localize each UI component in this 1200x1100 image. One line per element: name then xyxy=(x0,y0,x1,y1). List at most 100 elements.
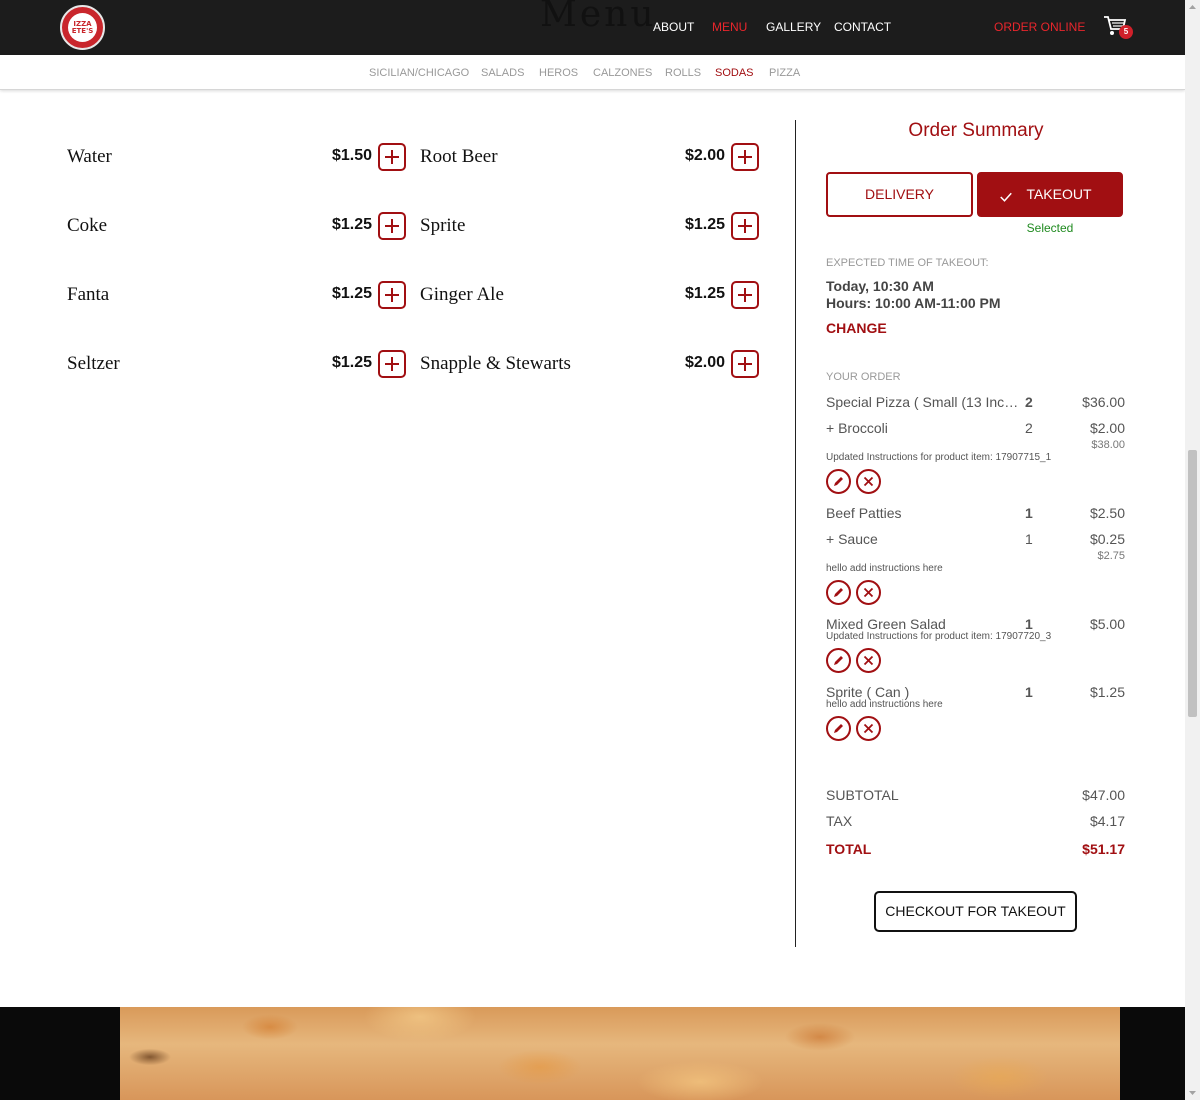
order-item-instructions: hello add instructions here xyxy=(826,699,943,710)
order-addon-qty: 1 xyxy=(1025,531,1033,547)
order-item-instructions: hello add instructions here xyxy=(826,563,943,574)
remove-item-button[interactable] xyxy=(856,469,881,494)
page-heading: Menu xyxy=(540,0,657,35)
menu-item-name: Snapple & Stewarts xyxy=(420,353,571,374)
selected-indicator: Selected xyxy=(1026,221,1074,235)
logo-text-bottom: ETE'S xyxy=(71,27,94,35)
subtotal-label: SUBTOTAL xyxy=(826,787,899,803)
scrollbar-thumb[interactable] xyxy=(1188,450,1197,717)
menu-item-price: $2.00 xyxy=(684,354,725,371)
close-icon xyxy=(863,655,874,666)
order-item-price: $1.25 xyxy=(1089,684,1125,700)
menu-item-price: $2.00 xyxy=(684,147,725,164)
category-heros[interactable]: HEROS xyxy=(539,67,578,79)
menu-item-name: Water xyxy=(67,146,112,167)
menu-item-price: $1.25 xyxy=(331,354,372,371)
change-time-link[interactable]: CHANGE xyxy=(826,320,887,336)
category-calzones[interactable]: CALZONES xyxy=(593,67,652,79)
category-sicilian-chicago[interactable]: SICILIAN/CHICAGO xyxy=(369,67,469,79)
nav-gallery[interactable]: GALLERY xyxy=(766,20,821,34)
category-rolls[interactable]: ROLLS xyxy=(665,67,701,79)
pencil-icon xyxy=(834,477,843,486)
menu-item-name: Root Beer xyxy=(420,146,498,167)
store-hours: Hours: 10:00 AM-11:00 PM xyxy=(826,295,1001,311)
cart-button[interactable]: 5 xyxy=(1103,15,1133,41)
add-item-button[interactable] xyxy=(378,143,406,171)
cart-count-badge: 5 xyxy=(1119,25,1133,39)
close-icon xyxy=(863,587,874,598)
remove-item-button[interactable] xyxy=(856,716,881,741)
tax-value: $4.17 xyxy=(1089,813,1125,829)
order-addon-qty: 2 xyxy=(1025,420,1033,436)
add-item-button[interactable] xyxy=(378,212,406,240)
category-bar: SICILIAN/CHICAGO SALADS HEROS CALZONES R… xyxy=(0,55,1185,90)
edit-item-button[interactable] xyxy=(826,648,851,673)
your-order-label: YOUR ORDER xyxy=(826,371,901,383)
category-salads[interactable]: SALADS xyxy=(481,67,524,79)
pencil-icon xyxy=(834,588,843,597)
expected-time-label: EXPECTED TIME OF TAKEOUT: xyxy=(826,257,989,269)
edit-item-button[interactable] xyxy=(826,716,851,741)
takeout-button[interactable]: TAKEOUT xyxy=(977,172,1123,217)
delivery-button[interactable]: DELIVERY xyxy=(826,172,973,217)
category-pizza[interactable]: PIZZA xyxy=(769,67,800,79)
order-item-qty: 1 xyxy=(1025,684,1033,700)
add-item-button[interactable] xyxy=(378,281,406,309)
order-item-instructions: Updated Instructions for product item: 1… xyxy=(826,452,1052,463)
check-icon xyxy=(1000,192,1012,202)
order-item-name: Mixed Green Salad xyxy=(826,616,946,632)
total-label: TOTAL xyxy=(826,841,872,857)
order-item-subtotal: $38.00 xyxy=(1091,439,1125,451)
nav-about[interactable]: ABOUT xyxy=(653,20,694,34)
order-item-qty: 1 xyxy=(1025,505,1033,521)
close-icon xyxy=(863,723,874,734)
menu-item-price: $1.25 xyxy=(684,216,725,233)
add-item-button[interactable] xyxy=(731,350,759,378)
menu-item-name: Fanta xyxy=(67,284,110,305)
scroll-down-arrow-icon[interactable] xyxy=(1185,1085,1200,1100)
edit-item-button[interactable] xyxy=(826,469,851,494)
order-online-link[interactable]: ORDER ONLINE xyxy=(994,20,1085,34)
order-summary-title: Order Summary xyxy=(908,120,1044,141)
column-divider xyxy=(795,120,796,947)
order-item-name: Special Pizza ( Small (13 Inch) ) xyxy=(826,394,1021,410)
total-value: $51.17 xyxy=(1082,841,1125,857)
order-item-name: Sprite ( Can ) xyxy=(826,684,910,700)
remove-item-button[interactable] xyxy=(856,580,881,605)
order-item-price: $36.00 xyxy=(1082,394,1125,410)
close-icon xyxy=(863,476,874,487)
top-header: IZZA ETE'S Menu ABOUT MENU GALLERY CONTA… xyxy=(0,0,1185,55)
order-item-qty: 1 xyxy=(1025,616,1033,632)
edit-item-button[interactable] xyxy=(826,580,851,605)
menu-item-price: $1.50 xyxy=(331,147,372,164)
add-item-button[interactable] xyxy=(731,212,759,240)
order-item-name: Beef Patties xyxy=(826,505,902,521)
order-item-instructions: Updated Instructions for product item: 1… xyxy=(826,631,1052,642)
order-addon-name: + Sauce xyxy=(826,531,878,547)
tax-label: TAX xyxy=(826,813,853,829)
menu-item-name: Ginger Ale xyxy=(420,284,504,305)
order-item-qty: 2 xyxy=(1025,394,1033,410)
pencil-icon xyxy=(834,724,843,733)
order-addon-name: + Broccoli xyxy=(826,420,888,436)
menu-item-name: Coke xyxy=(67,215,108,236)
scroll-up-arrow-icon[interactable] xyxy=(1185,0,1200,15)
order-item-price: $2.50 xyxy=(1089,505,1125,521)
site-logo[interactable]: IZZA ETE'S xyxy=(60,5,105,50)
menu-item-price: $1.25 xyxy=(684,285,725,302)
add-item-button[interactable] xyxy=(378,350,406,378)
logo-text: IZZA ETE'S xyxy=(62,21,103,35)
pizza-banner-image xyxy=(120,1007,1120,1100)
page-scrollbar[interactable] xyxy=(1185,0,1200,1100)
checkout-button[interactable]: CHECKOUT FOR TAKEOUT xyxy=(874,891,1077,932)
nav-contact[interactable]: CONTACT xyxy=(834,20,891,34)
add-item-button[interactable] xyxy=(731,143,759,171)
menu-item-name: Seltzer xyxy=(67,353,120,374)
order-addon-price: $0.25 xyxy=(1089,531,1125,547)
add-item-button[interactable] xyxy=(731,281,759,309)
category-sodas[interactable]: SODAS xyxy=(715,67,754,79)
expected-time: Today, 10:30 AM xyxy=(826,278,934,294)
menu-item-price: $1.25 xyxy=(331,216,372,233)
remove-item-button[interactable] xyxy=(856,648,881,673)
nav-menu[interactable]: MENU xyxy=(712,20,747,34)
